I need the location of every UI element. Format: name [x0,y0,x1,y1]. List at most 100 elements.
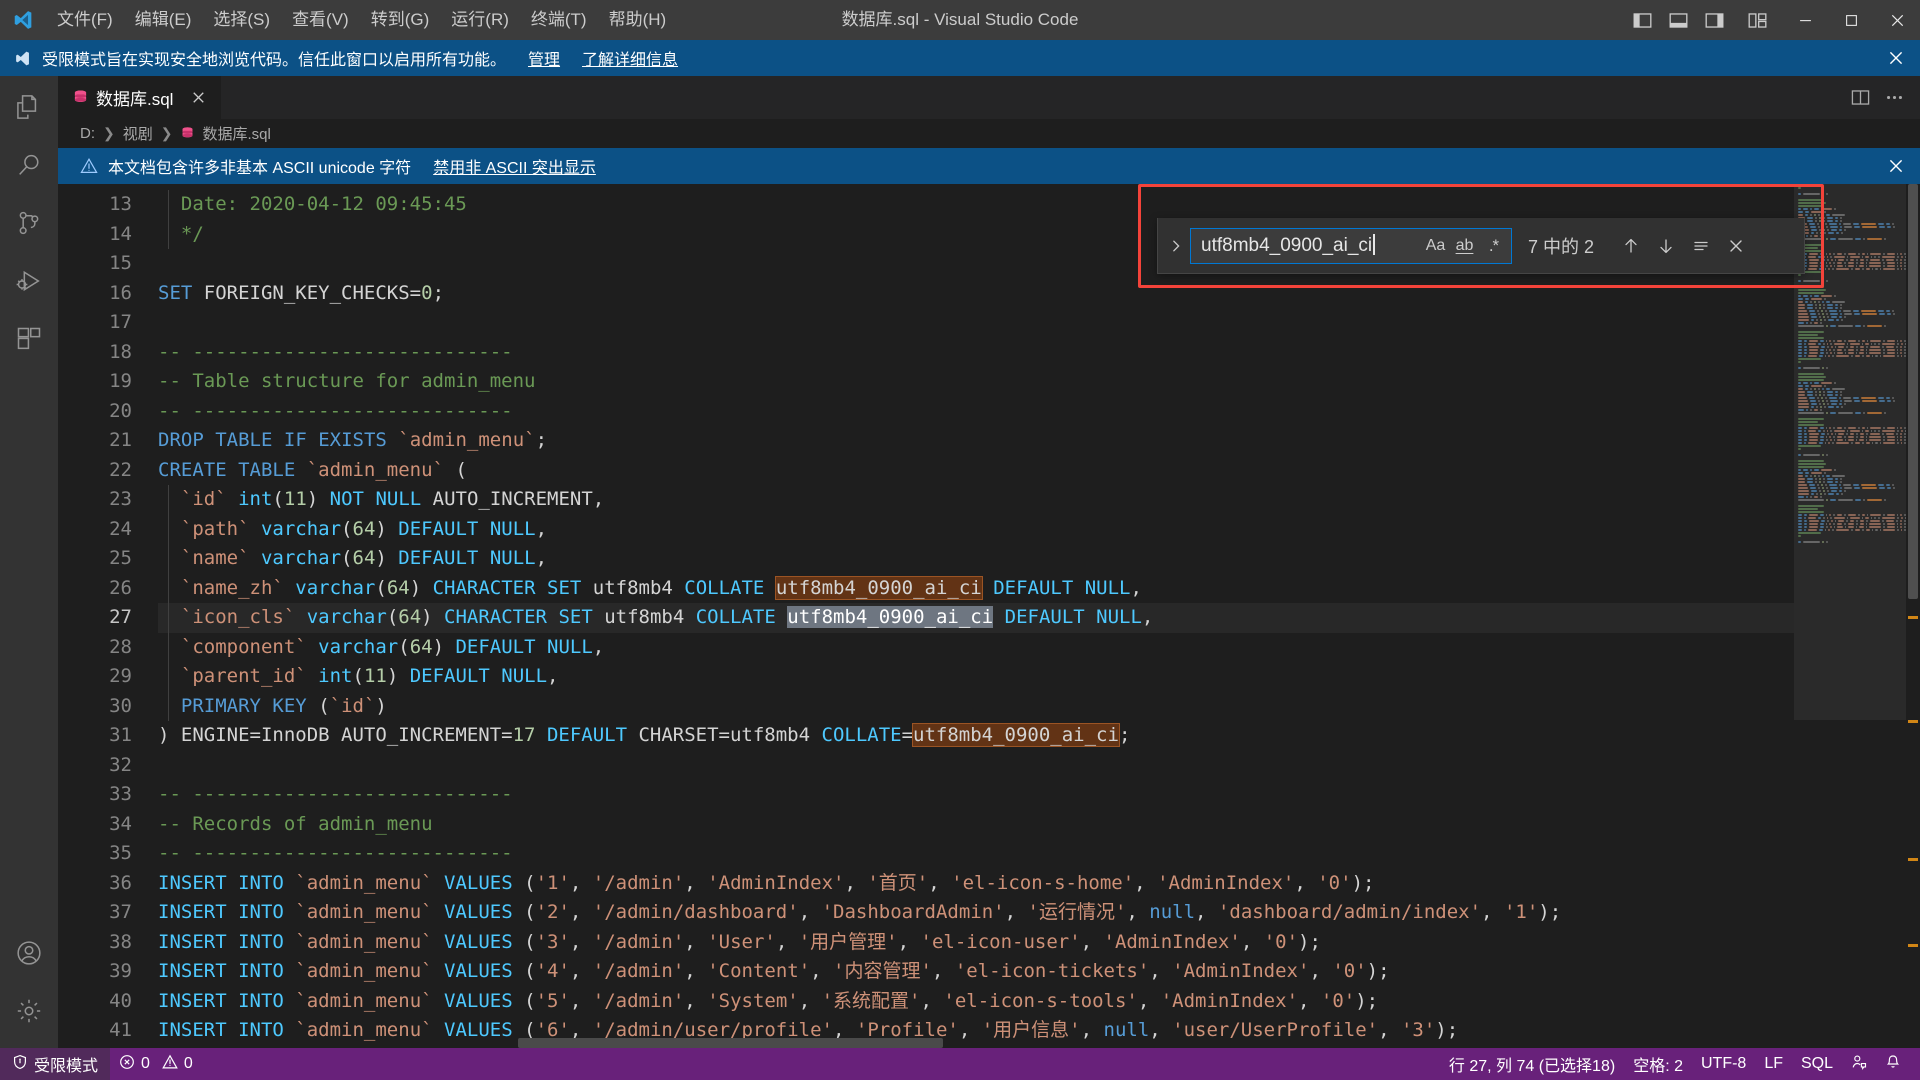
minimap[interactable] [1794,184,1906,1048]
code-line[interactable]: `parent_id` int(11) DEFAULT NULL, [158,662,1794,692]
code-line[interactable] [158,751,1794,781]
match-whole-word-toggle[interactable]: ab [1451,233,1478,259]
toggle-primary-sidebar-button[interactable] [1625,3,1659,37]
activity-item-search[interactable] [0,138,58,196]
horizontal-scrollbar[interactable] [158,1036,1794,1048]
code-token: ( [386,606,399,628]
close-trust-banner-button[interactable] [1882,44,1910,72]
menu-run[interactable]: 运行(R) [440,0,520,40]
activity-item-extensions[interactable] [0,312,58,370]
code-line[interactable]: DROP TABLE IF EXISTS `admin_menu`; [158,426,1794,456]
next-match-button[interactable] [1651,231,1681,261]
trust-learn-more-link[interactable]: 了解详细信息 [582,46,678,70]
code-token: , [1080,930,1104,953]
code-line[interactable]: `name` varchar(64) DEFAULT NULL, [158,544,1794,574]
code-line[interactable]: -- ---------------------------- [158,397,1794,427]
status-eol[interactable]: LF [1755,1048,1792,1080]
status-cursor-position[interactable]: 行 27, 列 74 (已选择18) [1440,1048,1624,1080]
status-problems[interactable]: 0 0 [110,1048,202,1080]
code-line[interactable]: INSERT INTO `admin_menu` VALUES ('4', '/… [158,957,1794,987]
close-window-button[interactable] [1874,0,1920,40]
breadcrumb-item-drive[interactable]: D: [80,125,95,142]
breadcrumb-item-file[interactable]: 数据库.sql [180,123,271,144]
code-line[interactable]: `icon_cls` varchar(64) CHARACTER SET utf… [158,603,1794,633]
activity-item-explorer[interactable] [0,80,58,138]
minimize-button[interactable] [1782,0,1828,40]
code-line[interactable]: -- Records of admin_menu [158,810,1794,840]
code-token: , [684,930,708,953]
activity-item-settings[interactable] [0,984,58,1042]
menu-go[interactable]: 转到(G) [360,0,441,40]
trust-manage-link[interactable]: 管理 [528,46,560,70]
disable-ascii-highlight-link[interactable]: 禁用非 ASCII 突出显示 [433,154,596,178]
code-line[interactable]: -- Table structure for admin_menu [158,367,1794,397]
activity-item-accounts[interactable] [0,926,58,984]
status-restricted-mode[interactable]: 受限模式 [0,1048,111,1080]
close-ascii-banner-button[interactable] [1882,152,1910,180]
horizontal-scrollbar-thumb[interactable] [517,1038,944,1048]
close-find-button[interactable] [1721,231,1751,261]
tab-database-sql[interactable]: 数据库.sql [58,76,223,119]
code-line[interactable]: PRIMARY KEY (`id`) [158,691,1794,721]
code-line[interactable]: INSERT INTO `admin_menu` VALUES ('5', '/… [158,987,1794,1017]
customize-layout-button[interactable] [1740,3,1774,37]
activity-item-run-debug[interactable] [0,254,58,312]
overview-ruler[interactable] [1906,184,1920,1048]
find-input[interactable]: utf8mb4_0900_ai_ci [1201,234,1422,257]
menu-help[interactable]: 帮助(H) [598,0,678,40]
menu-edit[interactable]: 编辑(E) [124,0,203,40]
menu-selection[interactable]: 选择(S) [202,0,281,40]
find-in-selection-button[interactable] [1686,231,1716,261]
maximize-button[interactable] [1828,0,1874,40]
code-line[interactable]: INSERT INTO `admin_menu` VALUES ('3', '/… [158,928,1794,958]
status-encoding[interactable]: UTF-8 [1692,1048,1755,1080]
code-line[interactable]: `name_zh` varchar(64) CHARACTER SET utf8… [158,573,1794,603]
menu-file[interactable]: 文件(F) [46,0,124,40]
menu-view[interactable]: 查看(V) [281,0,360,40]
toggle-secondary-sidebar-button[interactable] [1697,3,1731,37]
status-notifications[interactable] [1876,1048,1910,1080]
use-regex-toggle[interactable]: .* [1480,233,1507,259]
more-actions-button[interactable] [1880,84,1908,112]
code-token: 'AdminIndex' [707,871,845,894]
code-token: , [1134,871,1158,894]
code-token: 'AdminIndex' [1103,930,1241,953]
code-line[interactable]: -- ---------------------------- [158,839,1794,869]
code-line[interactable]: ) ENGINE=InnoDB AUTO_INCREMENT=17 DEFAUL… [158,721,1794,751]
code-line[interactable] [158,308,1794,338]
restricted-mode-label: 受限模式 [34,1058,99,1075]
code-line[interactable]: `path` varchar(64) DEFAULT NULL, [158,514,1794,544]
code-token: 11 [363,665,387,687]
code-line[interactable]: CREATE TABLE `admin_menu` ( [158,456,1794,486]
code-line[interactable]: -- ---------------------------- [158,780,1794,810]
code-line[interactable]: `component` varchar(64) DEFAULT NULL, [158,632,1794,662]
code-token: , [1130,576,1142,599]
status-language-mode[interactable]: SQL [1792,1048,1842,1080]
status-indentation[interactable]: 空格: 2 [1624,1048,1692,1080]
code-line[interactable]: INSERT INTO `admin_menu` VALUES ('2', '/… [158,898,1794,928]
vertical-scrollbar-thumb[interactable] [1908,184,1918,599]
overview-match-mark [1908,944,1918,948]
code-content[interactable]: Date: 2020-04-12 09:45:45 */ SET FOREIGN_… [158,184,1794,1048]
find-input-box[interactable]: utf8mb4_0900_ai_ci Aa ab .* [1190,227,1512,264]
previous-match-button[interactable] [1616,231,1646,261]
activity-item-source-control[interactable] [0,196,58,254]
status-feedback[interactable] [1842,1048,1876,1080]
code-token: ) [421,606,445,628]
code-token: ) [375,694,387,717]
code-token: TABLE [238,458,296,481]
match-case-toggle[interactable]: Aa [1422,233,1449,259]
toggle-panel-button[interactable] [1661,3,1695,37]
toggle-replace-button[interactable] [1162,223,1190,269]
code-token: , [844,871,868,894]
breadcrumb-item-folder[interactable]: 视剧 [123,123,153,144]
code-line[interactable]: INSERT INTO `admin_menu` VALUES ('1', '/… [158,869,1794,899]
split-editor-button[interactable] [1846,84,1874,112]
menu-terminal[interactable]: 终端(T) [520,0,598,40]
code-line[interactable]: -- ---------------------------- [158,338,1794,368]
close-tab-button[interactable] [187,87,209,109]
code-token: -- ---------------------------- [158,399,513,422]
code-line[interactable]: `id` int(11) NOT NULL AUTO_INCREMENT, [158,485,1794,515]
code-token: '首页' [867,871,929,894]
